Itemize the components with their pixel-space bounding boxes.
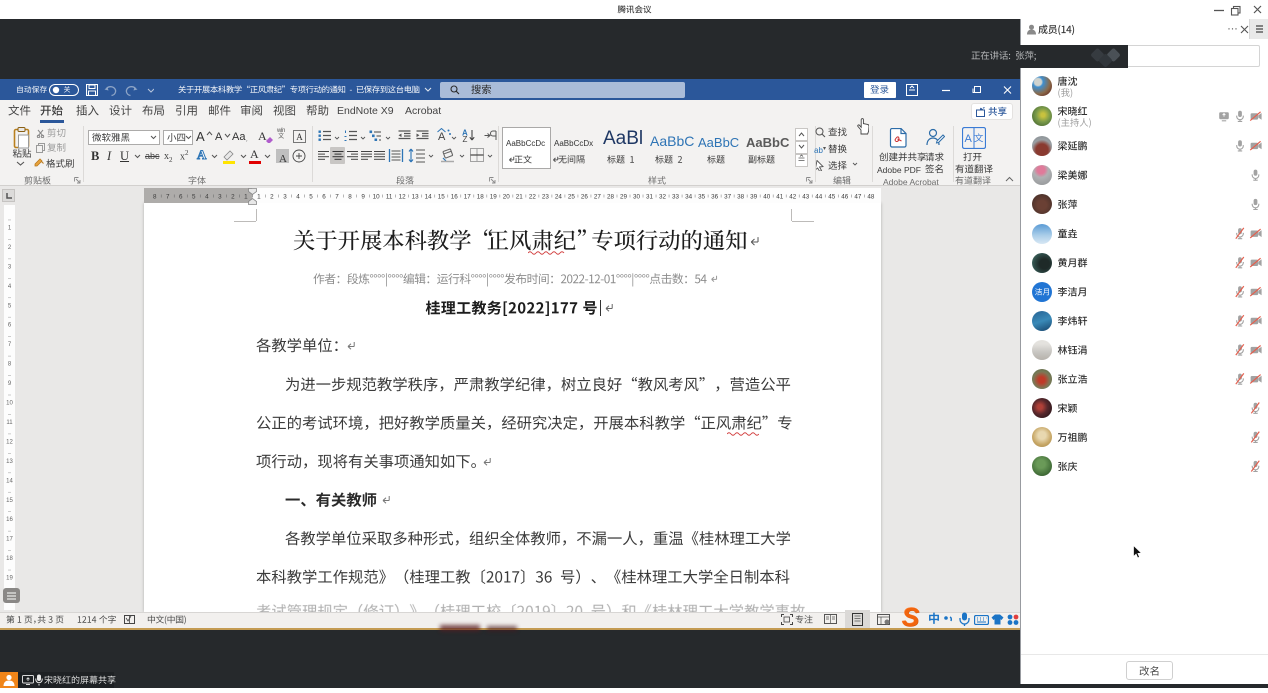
svg-text:19: 19 xyxy=(6,576,13,582)
svg-text:43: 43 xyxy=(802,194,810,201)
svg-text:11: 11 xyxy=(6,420,13,426)
svg-text:28: 28 xyxy=(607,194,615,201)
svg-text:4: 4 xyxy=(8,284,12,290)
svg-text:30: 30 xyxy=(633,194,641,201)
svg-text:8: 8 xyxy=(8,362,12,368)
svg-text:7: 7 xyxy=(335,194,339,201)
svg-text:1: 1 xyxy=(8,225,12,231)
svg-text:19: 19 xyxy=(490,194,498,201)
svg-text:21: 21 xyxy=(516,194,524,201)
svg-text:6: 6 xyxy=(322,194,326,201)
svg-text:42: 42 xyxy=(789,194,797,201)
svg-text:1: 1 xyxy=(257,194,261,201)
svg-text:ab: ab xyxy=(814,146,823,155)
svg-text:15: 15 xyxy=(6,498,13,504)
svg-text:44: 44 xyxy=(815,194,823,201)
svg-text:8: 8 xyxy=(348,194,352,201)
svg-text:34: 34 xyxy=(685,194,693,201)
svg-text:13: 13 xyxy=(6,459,13,465)
svg-text:38: 38 xyxy=(737,194,745,201)
svg-text:18: 18 xyxy=(477,194,485,201)
svg-text:35: 35 xyxy=(698,194,706,201)
svg-text:20: 20 xyxy=(503,194,511,201)
svg-text:16: 16 xyxy=(6,517,13,523)
svg-text:16: 16 xyxy=(451,194,459,201)
svg-text:A: A xyxy=(438,131,446,142)
svg-text:5: 5 xyxy=(8,303,12,309)
svg-text:6: 6 xyxy=(8,323,12,329)
svg-text:2: 2 xyxy=(8,245,12,251)
svg-text:26: 26 xyxy=(581,194,589,201)
svg-text:29: 29 xyxy=(620,194,628,201)
svg-text:25: 25 xyxy=(568,194,576,201)
svg-text:40: 40 xyxy=(763,194,771,201)
svg-text:46: 46 xyxy=(841,194,849,201)
svg-text:10: 10 xyxy=(373,194,381,201)
svg-text:4: 4 xyxy=(205,194,209,201)
svg-text:10: 10 xyxy=(6,401,13,407)
svg-text:39: 39 xyxy=(750,194,758,201)
svg-text:47: 47 xyxy=(854,194,862,201)
svg-text:12: 12 xyxy=(399,194,407,201)
svg-text:6: 6 xyxy=(179,194,183,201)
svg-text:11: 11 xyxy=(386,194,393,201)
svg-text:2: 2 xyxy=(231,194,235,201)
svg-text:17: 17 xyxy=(6,537,13,543)
svg-text:41: 41 xyxy=(776,194,784,201)
svg-text:14: 14 xyxy=(425,194,433,201)
svg-text:24: 24 xyxy=(555,194,563,201)
svg-text:37: 37 xyxy=(724,194,732,201)
svg-text:2: 2 xyxy=(270,194,274,201)
svg-text:36: 36 xyxy=(711,194,719,201)
svg-text:22: 22 xyxy=(529,194,537,201)
svg-text:8: 8 xyxy=(153,194,157,201)
svg-text:14: 14 xyxy=(6,478,13,484)
svg-text:7: 7 xyxy=(8,342,12,348)
svg-text:48: 48 xyxy=(867,194,875,201)
svg-text:45: 45 xyxy=(828,194,836,201)
svg-text:33: 33 xyxy=(672,194,680,201)
svg-text:5: 5 xyxy=(309,194,313,201)
svg-text:3: 3 xyxy=(218,194,222,201)
svg-text:31: 31 xyxy=(646,194,654,201)
svg-text:7: 7 xyxy=(166,194,170,201)
svg-text:9: 9 xyxy=(361,194,365,201)
svg-text:23: 23 xyxy=(542,194,550,201)
svg-text:18: 18 xyxy=(6,556,13,562)
svg-text:9: 9 xyxy=(8,381,12,387)
svg-text:5: 5 xyxy=(192,194,196,201)
svg-text:15: 15 xyxy=(438,194,446,201)
svg-text:4: 4 xyxy=(296,194,300,201)
svg-text:3: 3 xyxy=(283,194,287,201)
svg-text:A: A xyxy=(965,133,973,145)
svg-text:32: 32 xyxy=(659,194,667,201)
svg-text:17: 17 xyxy=(464,194,472,201)
svg-text:3: 3 xyxy=(8,264,12,270)
svg-text:12: 12 xyxy=(6,439,13,445)
svg-text:27: 27 xyxy=(594,194,602,201)
svg-text:13: 13 xyxy=(412,194,420,201)
svg-text:Z: Z xyxy=(463,135,468,142)
